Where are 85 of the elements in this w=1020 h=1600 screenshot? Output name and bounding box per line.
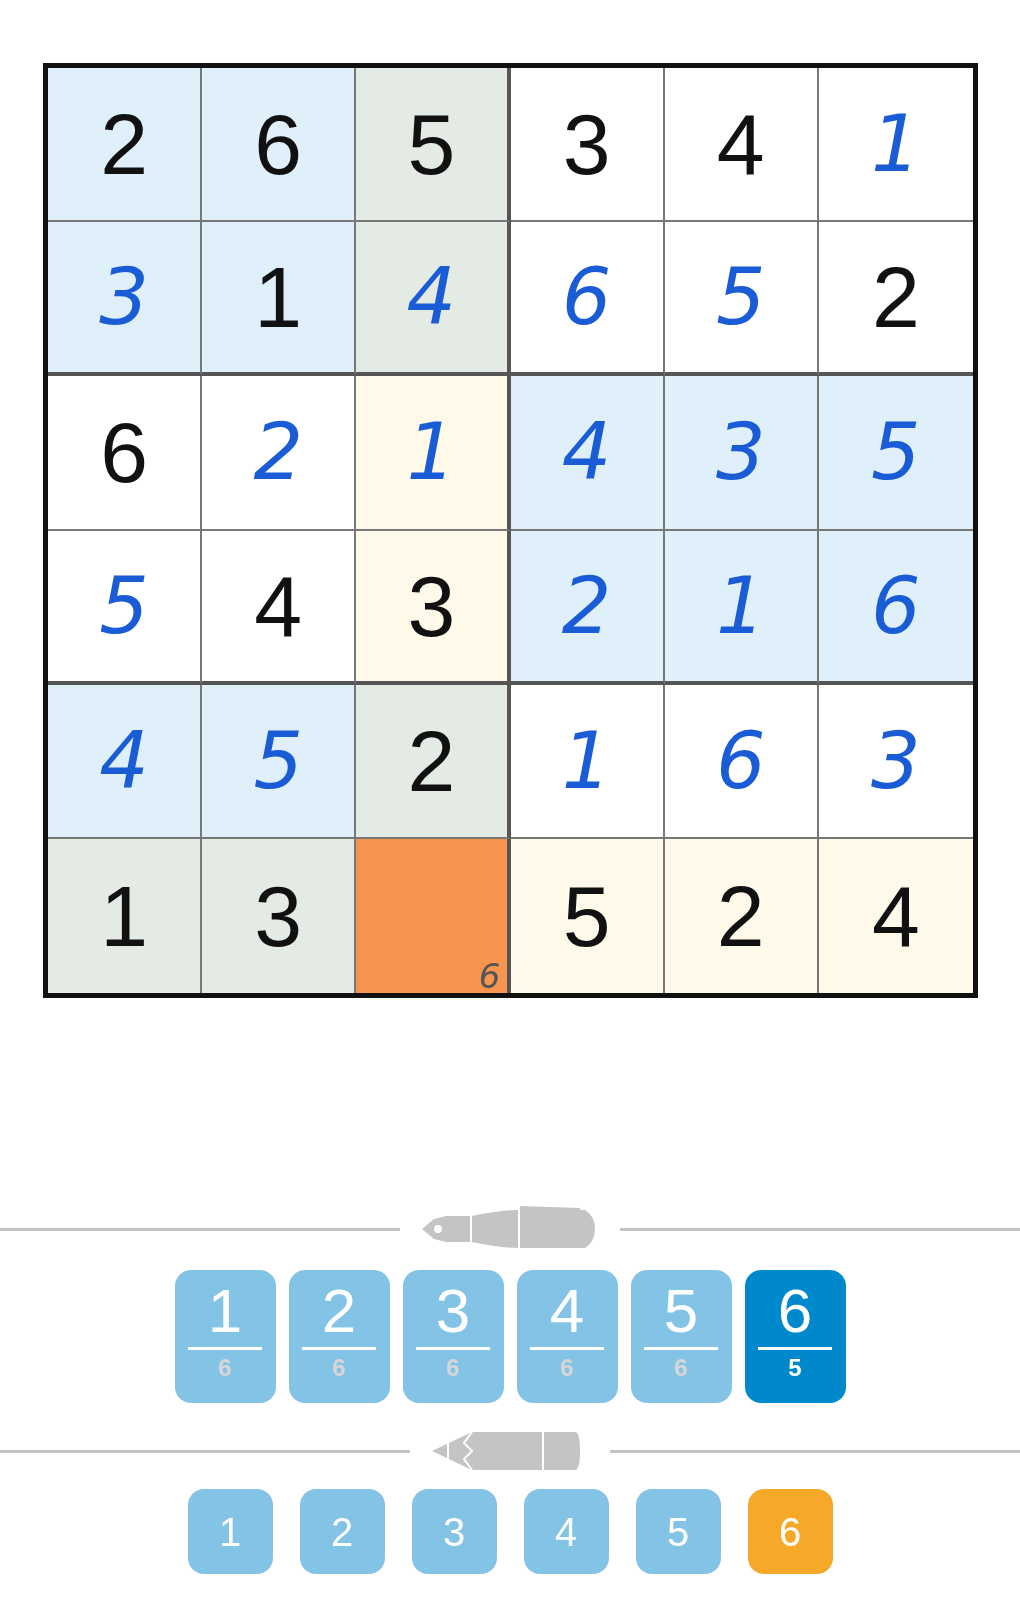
grid-cell[interactable]: 4 [818,838,973,993]
grid-cell[interactable]: 1 [48,838,203,993]
grid-cell[interactable]: 6 [202,68,357,223]
entered-digit: 2 [561,566,612,645]
entered-digit: 6 [561,258,612,337]
grid-cell[interactable]: 3 [202,838,357,993]
entered-digit: 4 [406,258,457,337]
grid-cell[interactable]: 6 [664,684,819,839]
given-digit: 1 [100,872,148,959]
entered-digit: 5 [871,413,921,492]
grid-cell[interactable]: 6 [510,222,665,377]
grid-cell[interactable]: 5 [202,684,357,839]
given-digit: 4 [872,872,920,959]
grid-cell[interactable]: 4 [48,684,203,839]
remaining-count: 6 [560,1356,574,1381]
grid-cell[interactable]: 3 [510,68,665,223]
entered-digit: 5 [99,566,149,645]
entered-digit: 5 [253,721,304,800]
grid-cell[interactable]: 5 [664,222,819,377]
grid-cell[interactable]: 6 [818,530,973,685]
grid-cell[interactable]: 3 [356,530,511,685]
given-digit: 5 [407,101,456,188]
pencil-mark: 6 [478,959,501,993]
entered-digit: 6 [715,721,766,800]
digit-label: 5 [663,1278,699,1344]
remaining-count: 6 [332,1356,346,1381]
remaining-count: 5 [788,1356,802,1381]
grid-cell[interactable]: 1 [664,530,819,685]
grid-cell[interactable]: 1 [818,68,973,223]
grid-cell[interactable]: 2 [202,376,357,531]
grid-cell[interactable]: 2 [356,684,511,839]
grid-cell[interactable]: 2 [664,838,819,993]
entered-digit: 1 [406,413,457,492]
grid-cell[interactable]: 5 [356,68,511,223]
entered-digit: 6 [871,566,921,645]
remaining-count: 6 [446,1356,460,1381]
grid-cell[interactable]: 2 [510,530,665,685]
digit-label: 3 [435,1278,471,1344]
grid-cell[interactable]: 4 [510,376,665,531]
given-digit: 2 [407,717,456,804]
entered-digit: 1 [715,566,766,645]
entered-digit: 3 [715,413,766,492]
given-digit: 5 [562,872,611,959]
grid-cell[interactable]: 6 [48,376,203,531]
given-digit: 3 [407,562,456,649]
entered-digit: 3 [871,721,921,800]
entered-digit: 5 [715,258,766,337]
grid-cell[interactable]: 1 [202,222,357,377]
given-digit: 4 [716,101,765,188]
grid-cell[interactable]: 4 [664,68,819,223]
given-digit: 3 [254,872,303,959]
grid-cell[interactable]: 4 [202,530,357,685]
grid-cell[interactable]: 2 [48,68,203,223]
digit-label: 2 [321,1278,357,1344]
entered-digit: 1 [871,105,921,184]
given-digit: 6 [100,409,148,496]
given-digit: 4 [254,562,303,649]
grid-cell[interactable]: 5 [510,838,665,993]
grid-cell[interactable]: 3 [818,684,973,839]
grid-cell[interactable]: 6 [356,838,511,993]
entered-digit: 3 [99,258,149,337]
grid-cell[interactable]: 5 [818,376,973,531]
given-digit: 2 [716,872,765,959]
given-digit: 3 [562,101,611,188]
given-digit: 2 [872,254,920,341]
digit-label: 6 [777,1278,813,1344]
remaining-count: 6 [674,1356,688,1381]
entered-digit: 2 [253,413,304,492]
entered-digit: 4 [561,413,612,492]
given-digit: 2 [100,101,148,188]
grid-cell[interactable]: 1 [510,684,665,839]
grid-cell[interactable]: 3 [664,376,819,531]
remaining-count: 6 [218,1356,232,1381]
entered-digit: 4 [99,721,149,800]
given-digit: 1 [254,254,303,341]
digit-label: 4 [549,1278,585,1344]
given-digit: 6 [254,101,303,188]
grid-cell[interactable]: 2 [818,222,973,377]
entered-digit: 1 [561,721,612,800]
grid-cell[interactable]: 5 [48,530,203,685]
grid-cell[interactable]: 3 [48,222,203,377]
digit-button[interactable]: 6 5 [744,1270,846,1403]
grid-cell[interactable]: 4 [356,222,511,377]
digit-label: 1 [207,1278,243,1344]
grid-cell[interactable]: 1 [356,376,511,531]
